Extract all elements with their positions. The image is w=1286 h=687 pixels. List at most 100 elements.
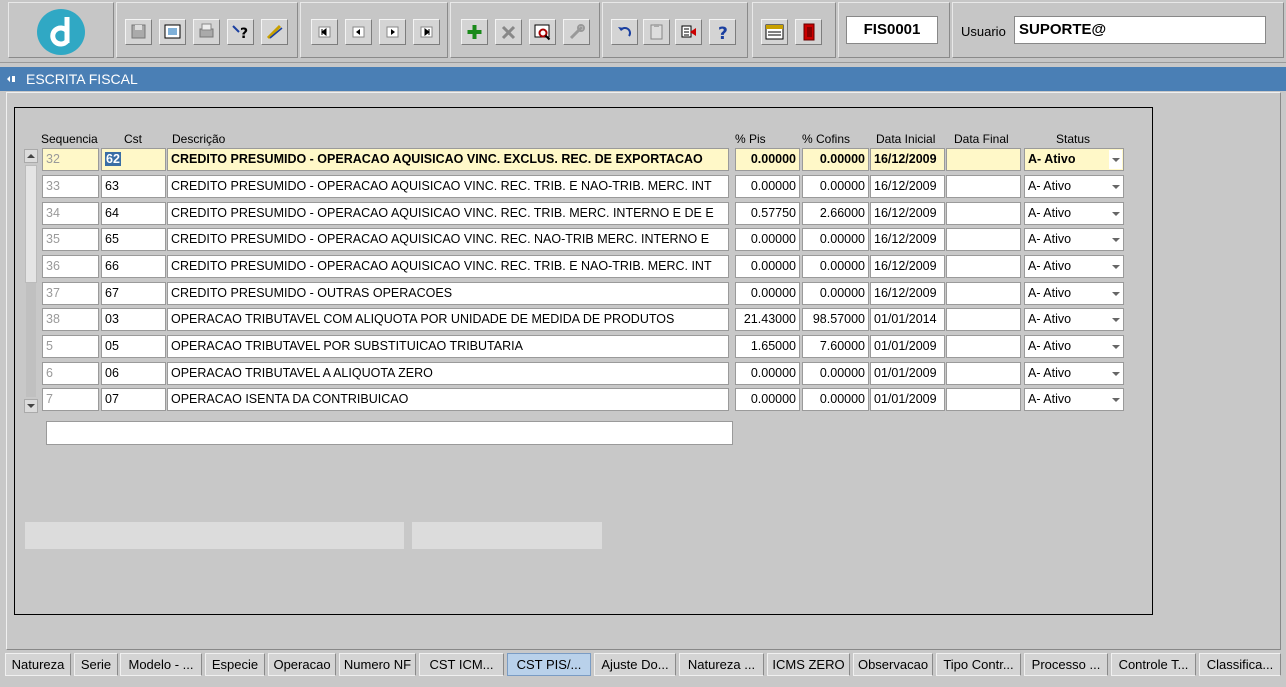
data-inicial-field[interactable]: 01/01/2009 (870, 388, 945, 411)
cst-field[interactable]: 06 (101, 362, 166, 385)
tab-tipo-contr[interactable]: Tipo Contr... (936, 653, 1021, 676)
undo-button[interactable] (611, 19, 638, 45)
sequencia-field[interactable]: 5 (42, 335, 99, 358)
tab-cst-pis[interactable]: CST PIS/... (507, 653, 591, 676)
tab-processo[interactable]: Processo ... (1024, 653, 1108, 676)
status-select[interactable]: A- Ativo (1024, 148, 1124, 171)
data-final-field[interactable] (946, 228, 1021, 251)
cofins-field[interactable]: 98.57000 (802, 308, 869, 331)
chevron-down-icon[interactable] (1109, 310, 1122, 329)
chevron-down-icon[interactable] (1109, 204, 1122, 223)
pis-field[interactable]: 0.00000 (735, 175, 800, 198)
tab-icms-zero[interactable]: ICMS ZERO (767, 653, 850, 676)
sequencia-field[interactable]: 33 (42, 175, 99, 198)
data-final-field[interactable] (946, 388, 1021, 411)
cofins-field[interactable]: 7.60000 (802, 335, 869, 358)
chevron-down-icon[interactable] (1109, 364, 1122, 383)
cofins-field[interactable]: 0.00000 (802, 362, 869, 385)
sequencia-field[interactable]: 32 (42, 148, 99, 171)
list-button[interactable] (675, 19, 702, 45)
cofins-field[interactable]: 0.00000 (802, 175, 869, 198)
tab-controle[interactable]: Controle T... (1111, 653, 1196, 676)
chevron-down-icon[interactable] (1109, 337, 1122, 356)
sequencia-field[interactable]: 38 (42, 308, 99, 331)
pis-field[interactable]: 1.65000 (735, 335, 800, 358)
cst-field[interactable]: 63 (101, 175, 166, 198)
tab-ajuste[interactable]: Ajuste Do... (594, 653, 676, 676)
print-button[interactable] (193, 19, 220, 45)
status-select[interactable]: A- Ativo (1024, 362, 1124, 385)
descricao-field[interactable]: CREDITO PRESUMIDO - OPERACAO AQUISICAO V… (167, 202, 729, 225)
cofins-field[interactable]: 0.00000 (802, 228, 869, 251)
pis-field[interactable]: 0.00000 (735, 148, 800, 171)
data-final-field[interactable] (946, 362, 1021, 385)
status-select[interactable]: A- Ativo (1024, 228, 1124, 251)
cst-field[interactable]: 66 (101, 255, 166, 278)
chevron-down-icon[interactable] (1109, 284, 1122, 303)
data-inicial-field[interactable]: 16/12/2009 (870, 202, 945, 225)
data-inicial-field[interactable]: 16/12/2009 (870, 175, 945, 198)
pis-field[interactable]: 0.57750 (735, 202, 800, 225)
data-final-field[interactable] (946, 148, 1021, 171)
cst-field[interactable]: 05 (101, 335, 166, 358)
data-inicial-field[interactable]: 16/12/2009 (870, 228, 945, 251)
descricao-field[interactable]: OPERACAO TRIBUTAVEL POR SUBSTITUICAO TRI… (167, 335, 729, 358)
search-button[interactable] (529, 19, 556, 45)
menu-button[interactable] (761, 19, 788, 45)
status-select[interactable]: A- Ativo (1024, 175, 1124, 198)
user-field[interactable]: SUPORTE@ (1014, 16, 1266, 44)
descricao-field[interactable]: CREDITO PRESUMIDO - OPERACAO AQUISICAO V… (167, 255, 729, 278)
pis-field[interactable]: 21.43000 (735, 308, 800, 331)
status-select[interactable]: A- Ativo (1024, 308, 1124, 331)
pis-field[interactable]: 0.00000 (735, 282, 800, 305)
cofins-field[interactable]: 0.00000 (802, 148, 869, 171)
sequencia-field[interactable]: 34 (42, 202, 99, 225)
pis-field[interactable]: 0.00000 (735, 255, 800, 278)
tab-especie[interactable]: Especie (205, 653, 265, 676)
screen-button[interactable] (159, 19, 186, 45)
pis-field[interactable]: 0.00000 (735, 228, 800, 251)
tab-observacao[interactable]: Observacao (853, 653, 933, 676)
previous-record-button[interactable] (345, 19, 372, 45)
window-icon[interactable] (6, 74, 16, 84)
descricao-field[interactable]: CREDITO PRESUMIDO - OPERACAO AQUISICAO V… (167, 175, 729, 198)
cofins-field[interactable]: 0.00000 (802, 255, 869, 278)
last-record-button[interactable] (413, 19, 440, 45)
tab-serie[interactable]: Serie (74, 653, 118, 676)
data-final-field[interactable] (946, 255, 1021, 278)
delete-record-button[interactable] (495, 19, 522, 45)
scroll-thumb[interactable] (25, 165, 37, 283)
tab-cst-icms[interactable]: CST ICM... (419, 653, 504, 676)
data-inicial-field[interactable]: 01/01/2014 (870, 308, 945, 331)
chevron-down-icon[interactable] (1109, 230, 1122, 249)
data-inicial-field[interactable]: 16/12/2009 (870, 282, 945, 305)
help-query-button[interactable]: ? (227, 19, 254, 45)
add-record-button[interactable] (461, 19, 488, 45)
save-button[interactable] (125, 19, 152, 45)
sequencia-field[interactable]: 35 (42, 228, 99, 251)
status-select[interactable]: A- Ativo (1024, 255, 1124, 278)
sequencia-field[interactable]: 36 (42, 255, 99, 278)
status-select[interactable]: A- Ativo (1024, 202, 1124, 225)
descricao-field[interactable]: OPERACAO TRIBUTAVEL A ALIQUOTA ZERO (167, 362, 729, 385)
descricao-field[interactable]: CREDITO PRESUMIDO - OUTRAS OPERACOES (167, 282, 729, 305)
data-final-field[interactable] (946, 202, 1021, 225)
scroll-up-button[interactable] (24, 149, 38, 163)
sequencia-field[interactable]: 6 (42, 362, 99, 385)
descricao-field[interactable]: OPERACAO ISENTA DA CONTRIBUICAO (167, 388, 729, 411)
tab-numero-nf[interactable]: Numero NF (339, 653, 416, 676)
tab-modelo[interactable]: Modelo - ... (120, 653, 202, 676)
tab-operacao[interactable]: Operacao (268, 653, 336, 676)
exit-button[interactable] (795, 19, 822, 45)
data-inicial-field[interactable]: 01/01/2009 (870, 362, 945, 385)
chevron-down-icon[interactable] (1109, 257, 1122, 276)
clipboard-button[interactable] (643, 19, 670, 45)
descricao-field[interactable]: CREDITO PRESUMIDO - OPERACAO AQUISICAO V… (167, 228, 729, 251)
cst-field[interactable]: 62 (101, 148, 166, 171)
cofins-field[interactable]: 0.00000 (802, 282, 869, 305)
next-record-button[interactable] (379, 19, 406, 45)
cst-field[interactable]: 65 (101, 228, 166, 251)
data-final-field[interactable] (946, 282, 1021, 305)
vertical-scrollbar[interactable] (24, 149, 38, 413)
first-record-button[interactable] (311, 19, 338, 45)
